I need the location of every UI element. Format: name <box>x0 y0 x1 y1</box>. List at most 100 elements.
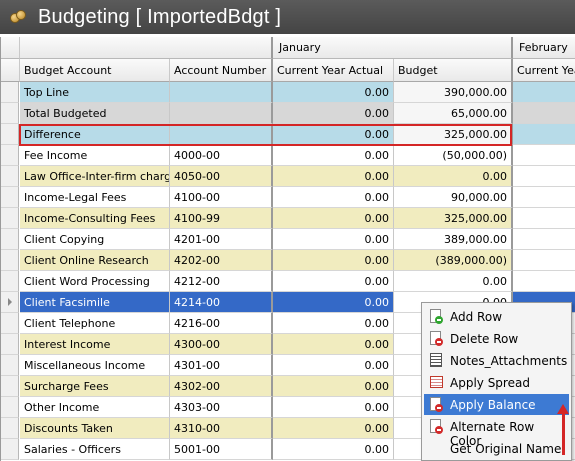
row-selector[interactable] <box>1 103 19 124</box>
row-selector[interactable] <box>1 145 19 166</box>
account-number-cell[interactable] <box>170 82 273 103</box>
row-selector[interactable] <box>1 229 19 250</box>
account-number-cell[interactable]: 4301-00 <box>170 355 273 376</box>
account-number-cell[interactable]: 4302-00 <box>170 376 273 397</box>
account-number-cell[interactable]: 4310-00 <box>170 418 273 439</box>
account-number-cell[interactable] <box>170 124 273 145</box>
budget-value-cell[interactable]: 90,000.00 <box>394 187 513 208</box>
table-row[interactable]: Total Budgeted 0.00 65,000.00 <box>1 103 575 124</box>
column-header-budget-account[interactable]: Budget Account <box>20 59 170 82</box>
table-row[interactable]: Top Line 0.00 390,000.00 <box>1 82 575 103</box>
corner-header[interactable] <box>1 37 20 59</box>
account-name-cell[interactable]: Income-Consulting Fees <box>20 208 170 229</box>
actual-value-cell[interactable]: 0.00 <box>273 313 394 334</box>
menu-item-notes-attachments[interactable]: Notes_Attachments <box>424 350 569 371</box>
account-name-cell[interactable]: Salaries - Officers <box>20 439 170 460</box>
row-selector[interactable] <box>1 250 19 271</box>
account-number-cell[interactable]: 4216-00 <box>170 313 273 334</box>
row-selector[interactable] <box>1 355 19 376</box>
account-number-cell[interactable]: 4100-00 <box>170 187 273 208</box>
budget-value-cell[interactable]: (50,000.00) <box>394 145 513 166</box>
row-selector[interactable] <box>1 271 19 292</box>
feb-actual-cell[interactable] <box>513 145 575 166</box>
actual-value-cell[interactable]: 0.00 <box>273 82 394 103</box>
row-selector[interactable] <box>1 166 19 187</box>
column-header-current-year-actual[interactable]: Current Year Actual <box>273 59 394 82</box>
account-name-cell[interactable]: Client Telephone <box>20 313 170 334</box>
budget-value-cell[interactable]: 0.00 <box>394 166 513 187</box>
actual-value-cell[interactable]: 0.00 <box>273 124 394 145</box>
account-name-cell[interactable]: Surcharge Fees <box>20 376 170 397</box>
account-name-cell[interactable]: Other Income <box>20 397 170 418</box>
table-row[interactable]: Difference 0.00 325,000.00 <box>1 124 575 145</box>
budget-value-cell[interactable]: 325,000.00 <box>394 124 513 145</box>
account-number-cell[interactable]: 4202-00 <box>170 250 273 271</box>
menu-item-delete-row[interactable]: Delete Row <box>424 328 569 349</box>
row-selector[interactable] <box>1 313 19 334</box>
account-name-cell[interactable]: Client Facsimile <box>20 292 170 313</box>
actual-value-cell[interactable]: 0.00 <box>273 439 394 460</box>
account-name-cell[interactable]: Fee Income <box>20 145 170 166</box>
row-selector[interactable] <box>1 82 19 103</box>
account-name-cell[interactable]: Client Copying <box>20 229 170 250</box>
account-name-cell[interactable]: Total Budgeted <box>20 103 170 124</box>
actual-value-cell[interactable]: 0.00 <box>273 208 394 229</box>
table-row[interactable]: Income-Legal Fees 4100-00 0.00 90,000.00 <box>1 187 575 208</box>
table-row[interactable]: Fee Income 4000-00 0.00 (50,000.00) <box>1 145 575 166</box>
row-selector[interactable] <box>1 187 19 208</box>
actual-value-cell[interactable]: 0.00 <box>273 397 394 418</box>
row-selector[interactable] <box>1 208 19 229</box>
account-name-cell[interactable]: Income-Legal Fees <box>20 187 170 208</box>
actual-value-cell[interactable]: 0.00 <box>273 376 394 397</box>
feb-actual-cell[interactable] <box>513 271 575 292</box>
row-selector[interactable] <box>1 334 19 355</box>
budget-value-cell[interactable]: 65,000.00 <box>394 103 513 124</box>
account-number-cell[interactable]: 4000-00 <box>170 145 273 166</box>
actual-value-cell[interactable]: 0.00 <box>273 229 394 250</box>
actual-value-cell[interactable]: 0.00 <box>273 292 394 313</box>
feb-actual-cell[interactable] <box>513 187 575 208</box>
column-header-account-number[interactable]: Account Number <box>170 59 273 82</box>
row-selector[interactable] <box>1 124 19 145</box>
feb-actual-cell[interactable] <box>513 166 575 187</box>
account-name-cell[interactable]: Difference <box>20 124 170 145</box>
account-name-cell[interactable]: Client Word Processing <box>20 271 170 292</box>
row-selector[interactable] <box>1 418 19 439</box>
actual-value-cell[interactable]: 0.00 <box>273 166 394 187</box>
menu-item-apply-spread[interactable]: Apply Spread <box>424 372 569 393</box>
account-number-cell[interactable]: 4300-00 <box>170 334 273 355</box>
menu-item-add-row[interactable]: Add Row <box>424 306 569 327</box>
column-header-budget[interactable]: Budget <box>394 59 513 82</box>
budget-value-cell[interactable]: 325,000.00 <box>394 208 513 229</box>
menu-item-alternate-row-color[interactable]: Alternate Row Color <box>424 416 569 448</box>
budget-value-cell[interactable]: 389,000.00 <box>394 229 513 250</box>
row-selector[interactable] <box>1 292 19 313</box>
account-name-cell[interactable]: Top Line <box>20 82 170 103</box>
actual-value-cell[interactable]: 0.00 <box>273 250 394 271</box>
table-row[interactable]: Client Online Research 4202-00 0.00 (389,00… <box>1 250 575 271</box>
table-row[interactable]: Client Word Processing 4212-00 0.00 0.00 <box>1 271 575 292</box>
feb-actual-cell[interactable] <box>513 208 575 229</box>
account-number-cell[interactable]: 4214-00 <box>170 292 273 313</box>
budget-value-cell[interactable]: (389,000.00) <box>394 250 513 271</box>
budget-value-cell[interactable]: 390,000.00 <box>394 82 513 103</box>
account-name-cell[interactable]: Miscellaneous Income <box>20 355 170 376</box>
account-number-cell[interactable]: 5001-00 <box>170 439 273 460</box>
account-number-cell[interactable]: 4100-99 <box>170 208 273 229</box>
feb-actual-cell[interactable] <box>513 124 575 145</box>
table-row[interactable]: Income-Consulting Fees 4100-99 0.00 325,000… <box>1 208 575 229</box>
table-row[interactable]: Client Copying 4201-00 0.00 389,000.00 <box>1 229 575 250</box>
column-header-current-year-feb[interactable]: Current Yea <box>513 59 575 82</box>
account-number-cell[interactable]: 4303-00 <box>170 397 273 418</box>
account-name-cell[interactable]: Interest Income <box>20 334 170 355</box>
actual-value-cell[interactable]: 0.00 <box>273 271 394 292</box>
actual-value-cell[interactable]: 0.00 <box>273 145 394 166</box>
account-name-cell[interactable]: Client Online Research <box>20 250 170 271</box>
account-name-cell[interactable]: Law Office-Inter-firm charges <box>20 166 170 187</box>
menu-item-get-original-name[interactable]: Get Original Name <box>424 438 569 459</box>
feb-actual-cell[interactable] <box>513 82 575 103</box>
row-selector[interactable] <box>1 397 19 418</box>
account-number-cell[interactable] <box>170 103 273 124</box>
account-number-cell[interactable]: 4201-00 <box>170 229 273 250</box>
account-name-cell[interactable]: Discounts Taken <box>20 418 170 439</box>
